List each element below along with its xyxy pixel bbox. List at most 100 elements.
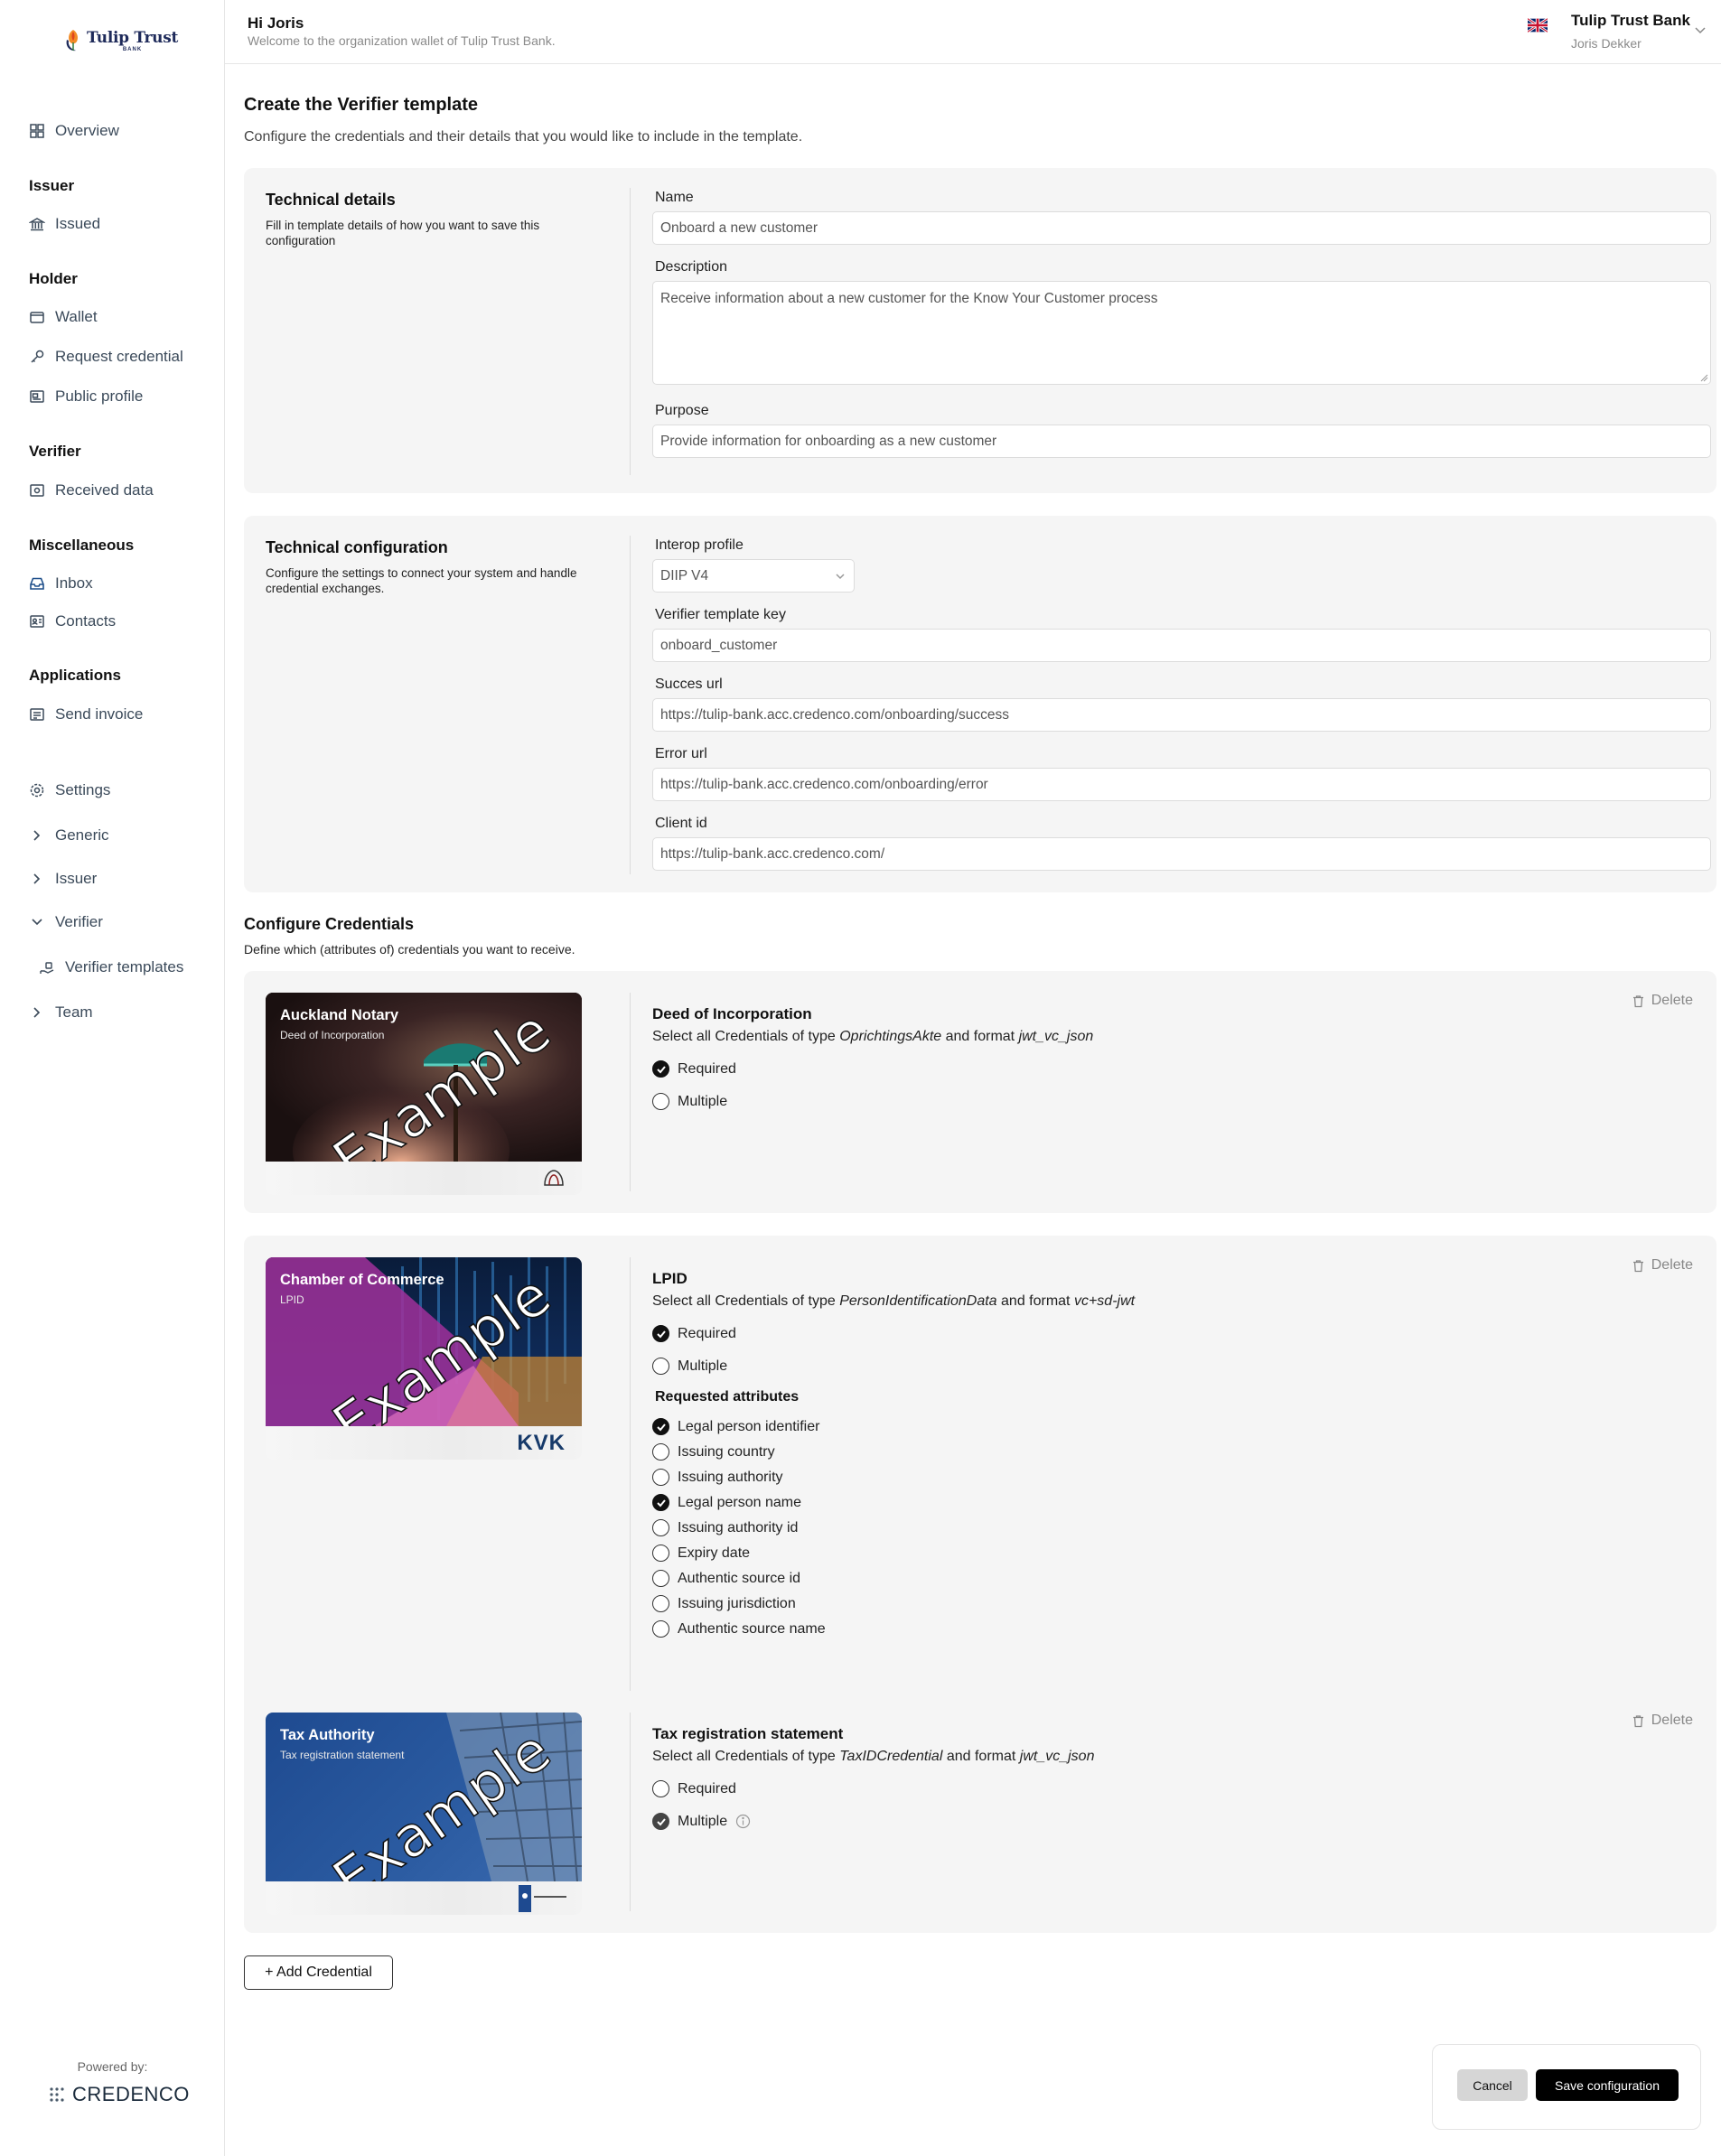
credential-description: Select all Credentials of type TaxIDCred… [652, 1749, 1094, 1765]
delete-credential-button[interactable]: Delete [1632, 1257, 1693, 1274]
interop-profile-select[interactable]: DIIP V4 [652, 559, 855, 593]
sidebar-item-wallet[interactable]: Wallet [29, 308, 98, 326]
credential-card: Auckland Notary Deed of Incorporation Ex… [266, 993, 582, 1195]
checkbox-unchecked[interactable] [652, 1780, 669, 1797]
chevron-down-icon [836, 573, 845, 579]
sidebar-item-overview[interactable]: Overview [29, 122, 119, 140]
delete-credential-button[interactable]: Delete [1632, 993, 1693, 1009]
sidebar-item-received-data[interactable]: Received data [29, 481, 154, 499]
trash-icon [1632, 994, 1643, 1007]
add-credential-button[interactable]: + Add Credential [244, 1955, 393, 1990]
credenco-logo: CREDENCO [49, 2083, 190, 2106]
delete-credential-button[interactable]: Delete [1632, 1713, 1693, 1729]
required-checkbox[interactable]: Required [652, 1060, 736, 1078]
sidebar-item-issuer-settings[interactable]: Issuer [29, 870, 97, 888]
credential-title: Deed of Incorporation [652, 1005, 812, 1022]
organization-name[interactable]: Tulip Trust Bank [1571, 12, 1690, 30]
checkbox-unchecked[interactable] [652, 1570, 669, 1587]
description-textarea[interactable]: Receive information about a new customer… [652, 281, 1711, 385]
and-format: and format [946, 1749, 1016, 1764]
card-type: Tax registration statement [280, 1749, 405, 1761]
sidebar-item-team[interactable]: Team [29, 1003, 93, 1022]
save-configuration-button[interactable]: Save configuration [1536, 2069, 1679, 2101]
sidebar-item-verifier-settings[interactable]: Verifier [29, 913, 103, 931]
divider [630, 1257, 631, 1709]
card-issuer: Tax Authority [280, 1727, 375, 1743]
success-url-input[interactable]: https://tulip-bank.acc.credenco.com/onbo… [652, 698, 1711, 732]
credential-description: Select all Credentials of type PersonIde… [652, 1293, 1135, 1310]
nav-heading-holder: Holder [29, 270, 78, 287]
configure-credentials-description: Define which (attributes of) credentials… [244, 942, 575, 957]
tulip-trust-logo[interactable]: Tulip Trust BANK [63, 27, 178, 54]
attribute-checkbox[interactable]: Authentic source name [652, 1620, 826, 1638]
credential-title: Tax registration statement [652, 1725, 844, 1742]
checkbox-checked[interactable] [652, 1060, 669, 1078]
checkbox-unchecked[interactable] [652, 1545, 669, 1562]
attribute-checkbox[interactable]: Issuing country [652, 1443, 775, 1461]
multiple-checkbox[interactable]: Multiple [652, 1813, 751, 1830]
multiple-checkbox[interactable]: Multiple [652, 1358, 727, 1375]
account-chevron-down-icon[interactable] [1693, 23, 1707, 38]
purpose-value: Provide information for onboarding as a … [660, 433, 997, 449]
sidebar-item-public-profile[interactable]: Public profile [29, 387, 143, 406]
checkbox-unchecked[interactable] [652, 1093, 669, 1110]
government-emblem-icon [519, 1885, 566, 1912]
sidebar-item-settings[interactable]: Settings [29, 781, 110, 799]
sidebar-item-label: Settings [55, 781, 111, 798]
sidebar-item-inbox[interactable]: Inbox [29, 574, 93, 593]
attribute-checkbox[interactable]: Legal person identifier [652, 1418, 819, 1435]
cancel-button[interactable]: Cancel [1457, 2069, 1528, 2101]
attribute-checkbox[interactable]: Issuing authority id [652, 1519, 798, 1536]
card-footer [266, 1881, 582, 1915]
attribute-checkbox[interactable]: Legal person name [652, 1494, 801, 1511]
sidebar-item-send-invoice[interactable]: Send invoice [29, 705, 143, 723]
card-issuer: Chamber of Commerce [280, 1272, 444, 1288]
delete-label: Delete [1651, 1257, 1693, 1273]
delete-label: Delete [1651, 1713, 1693, 1728]
sidebar-item-generic[interactable]: Generic [29, 826, 109, 845]
attribute-checkbox[interactable]: Issuing authority [652, 1469, 783, 1486]
purpose-input[interactable]: Provide information for onboarding as a … [652, 425, 1711, 458]
name-input[interactable]: Onboard a new customer [652, 211, 1711, 245]
template-key-input[interactable]: onboard_customer [652, 629, 1711, 662]
required-checkbox[interactable]: Required [652, 1325, 736, 1342]
sidebar-item-contacts[interactable]: Contacts [29, 612, 116, 630]
info-icon[interactable] [735, 1814, 751, 1829]
checkbox-unchecked[interactable] [652, 1443, 669, 1461]
attribute-checkbox[interactable]: Expiry date [652, 1545, 750, 1562]
attribute-checkbox[interactable]: Issuing jurisdiction [652, 1595, 796, 1612]
sidebar-item-label: Issuer [55, 870, 98, 887]
panel-title: Technical configuration [266, 538, 448, 556]
checkbox-label: Expiry date [678, 1545, 751, 1561]
checkbox-unchecked[interactable] [652, 1358, 669, 1375]
uk-flag-icon[interactable] [1528, 18, 1548, 33]
checkbox-unchecked[interactable] [652, 1519, 669, 1536]
description-value: Receive information about a new customer… [660, 291, 1158, 306]
checkbox-unchecked[interactable] [652, 1595, 669, 1612]
checkbox-checked[interactable] [652, 1325, 669, 1342]
error-url-input[interactable]: https://tulip-bank.acc.credenco.com/onbo… [652, 768, 1711, 801]
checkbox-unchecked[interactable] [652, 1469, 669, 1486]
checkbox-checked[interactable] [652, 1418, 669, 1435]
sidebar-item-request-credential[interactable]: Request credential [29, 348, 183, 366]
attribute-checkbox[interactable]: Authentic source id [652, 1570, 800, 1587]
checkbox-checked[interactable] [652, 1494, 669, 1511]
chevron-down-icon [32, 919, 42, 926]
id-card-icon [30, 390, 44, 403]
credential-type: PersonIdentificationData [839, 1293, 997, 1309]
trash-icon [1632, 1259, 1643, 1272]
checkbox-unchecked[interactable] [652, 1620, 669, 1638]
action-bar: Cancel Save configuration [1432, 2044, 1701, 2130]
sidebar-item-verifier-templates[interactable]: Verifier templates [39, 958, 183, 976]
select-prefix: Select all Credentials of type [652, 1749, 836, 1764]
multiple-checkbox[interactable]: Multiple [652, 1093, 727, 1110]
required-checkbox[interactable]: Required [652, 1780, 736, 1797]
sidebar-item-issued[interactable]: Issued [29, 215, 100, 233]
data-icon [30, 484, 44, 497]
resize-handle-icon[interactable] [1700, 374, 1708, 382]
checkbox-checked[interactable] [652, 1813, 669, 1830]
checkbox-label: Authentic source id [678, 1570, 801, 1586]
credential-description: Select all Credentials of type Oprichtin… [652, 1029, 1093, 1045]
client-id-input[interactable]: https://tulip-bank.acc.credenco.com/ [652, 837, 1711, 871]
card-issuer: Auckland Notary [280, 1007, 399, 1023]
